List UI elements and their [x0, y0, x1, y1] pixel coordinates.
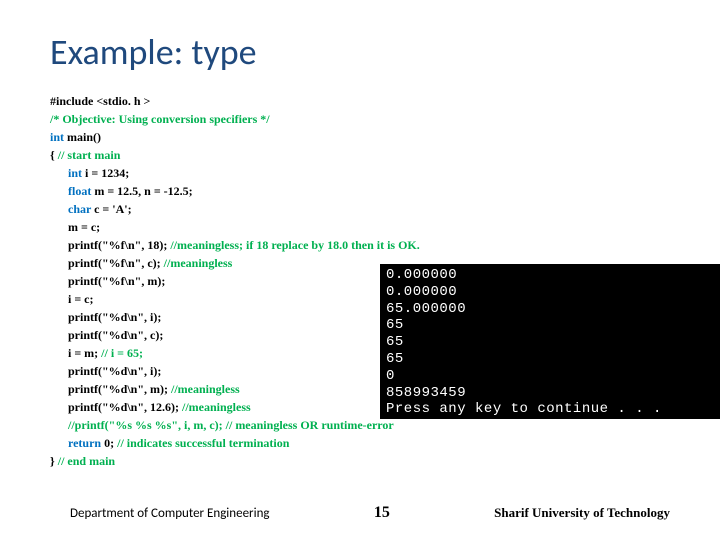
code-text: i = m; [68, 346, 101, 360]
code-line: printf("%d\n", m); //meaningless [50, 380, 680, 398]
footer: Department of Computer Engineering 15 Sh… [0, 504, 720, 522]
code-text: main() [64, 130, 101, 144]
code-line: i = m; // i = 65; [50, 344, 680, 362]
code-text: printf("%d\n", 12.6); [68, 400, 182, 414]
code-text: { [50, 148, 58, 162]
code-line: int i = 1234; [50, 164, 680, 182]
code-block: #include <stdio. h > /* Objective: Using… [50, 92, 680, 470]
code-comment: // start main [58, 148, 121, 162]
code-comment: //meaningless [164, 256, 233, 270]
code-line: printf("%d\n", i); [50, 308, 680, 326]
code-text: printf("%f\n", c); [68, 256, 164, 270]
keyword: int [50, 130, 64, 144]
code-comment: //meaningless; if 18 replace by 18.0 the… [170, 238, 419, 252]
code-text: printf("%d\n", m); [68, 382, 171, 396]
code-text: printf("%f\n", 18); [68, 238, 170, 252]
code-line: printf("%f\n", m); [50, 272, 680, 290]
code-text: c = 'A'; [91, 202, 132, 216]
code-comment: /* Objective: Using conversion specifier… [50, 110, 680, 128]
code-line: m = c; [50, 218, 680, 236]
code-line: { // start main [50, 146, 680, 164]
page-number: 15 [374, 504, 390, 522]
code-line: printf("%f\n", 18); //meaningless; if 18… [50, 236, 680, 254]
code-line: return 0; // indicates successful termin… [50, 434, 680, 452]
code-comment: // end main [58, 454, 115, 468]
code-comment: // i = 65; [101, 346, 143, 360]
code-line: } // end main [50, 452, 680, 470]
code-line: #include <stdio. h > [50, 92, 680, 110]
code-comment: //meaningless [182, 400, 251, 414]
code-text: m = 12.5, n = -12.5; [91, 184, 192, 198]
footer-university: Sharif University of Technology [494, 505, 670, 521]
code-line: printf("%f\n", c); //meaningless [50, 254, 680, 272]
code-comment: // indicates successful termination [117, 436, 289, 450]
keyword: float [68, 184, 91, 198]
code-comment: //meaningless [171, 382, 240, 396]
keyword: int [68, 166, 82, 180]
code-line: printf("%d\n", c); [50, 326, 680, 344]
slide-title: Example: type [50, 30, 680, 74]
footer-department: Department of Computer Engineering [70, 506, 270, 521]
code-line: float m = 12.5, n = -12.5; [50, 182, 680, 200]
code-line: printf("%d\n", i); [50, 362, 680, 380]
code-text: } [50, 454, 58, 468]
slide: Example: type #include <stdio. h > /* Ob… [0, 0, 720, 540]
code-line: char c = 'A'; [50, 200, 680, 218]
keyword: char [68, 202, 91, 216]
code-text: 0; [101, 436, 117, 450]
code-line: i = c; [50, 290, 680, 308]
code-line: printf("%d\n", 12.6); //meaningless [50, 398, 680, 416]
code-text: i = 1234; [82, 166, 129, 180]
keyword: return [68, 436, 101, 450]
code-line: int main() [50, 128, 680, 146]
code-comment: //printf("%s %s %s", i, m, c); // meanin… [50, 416, 680, 434]
